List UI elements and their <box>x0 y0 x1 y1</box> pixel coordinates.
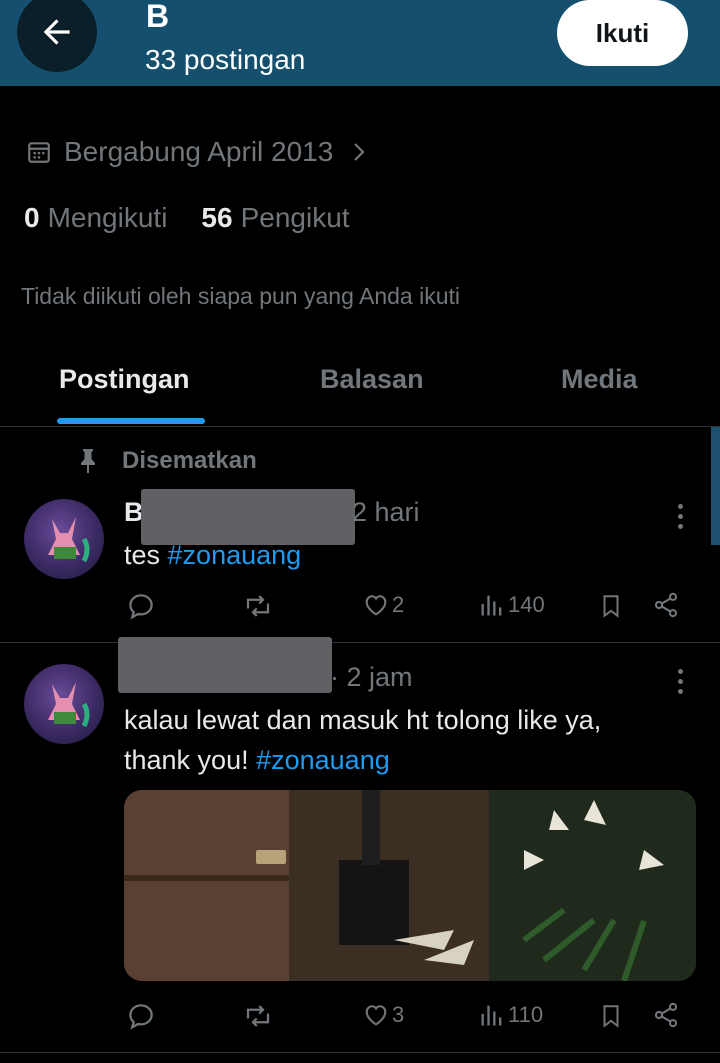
post-actions: 2 140 <box>126 591 686 625</box>
like-count: 2 <box>392 592 405 617</box>
views-button[interactable]: 140 <box>478 591 545 619</box>
avatar[interactable] <box>24 664 104 744</box>
back-button[interactable] <box>17 0 97 72</box>
bookmark-icon <box>603 1005 619 1028</box>
pin-icon <box>81 449 95 473</box>
post-body: tes <box>124 540 168 570</box>
views-button[interactable]: 110 <box>478 1001 543 1029</box>
repost-button[interactable] <box>242 591 274 621</box>
avatar-image <box>48 517 90 563</box>
bookmark-button[interactable] <box>598 591 624 621</box>
post-time[interactable]: 2 hari <box>352 497 420 528</box>
media-photo <box>124 790 696 981</box>
repost-button[interactable] <box>242 1001 274 1031</box>
calendar-icon <box>28 142 50 163</box>
repost-icon <box>246 595 270 617</box>
following-label: Mengikuti <box>47 202 168 233</box>
back-arrow-icon <box>43 19 70 45</box>
like-button[interactable]: 2 <box>362 591 404 619</box>
post-body-line2: thank you! <box>124 745 257 775</box>
not-followed-note: Tidak diikuti oleh siapa pun yang Anda i… <box>21 283 460 309</box>
post-body-line1: kalau lewat dan masuk ht tolong like ya, <box>124 705 602 735</box>
like-icon <box>365 1005 387 1026</box>
views-icon <box>481 595 502 616</box>
more-icon[interactable] <box>677 669 683 694</box>
bookmark-button[interactable] <box>598 1001 624 1031</box>
share-icon <box>654 1002 678 1028</box>
post-divider <box>0 642 720 643</box>
avatar-image <box>48 682 90 728</box>
follow-button[interactable]: Ikuti <box>557 0 688 66</box>
hashtag-link[interactable]: #zonauang <box>256 745 390 775</box>
tab-media[interactable]: Media <box>561 364 638 395</box>
post-time[interactable]: · 2 jam <box>330 662 413 693</box>
profile-name: B <box>146 0 170 34</box>
bookmark-icon <box>603 595 619 618</box>
views-count: 140 <box>508 592 545 617</box>
pinned-label: Disematkan <box>76 447 257 475</box>
tab-balasan[interactable]: Balasan <box>320 364 424 395</box>
following-stat[interactable]: 0 Mengikuti <box>24 202 167 234</box>
post-image[interactable] <box>124 790 696 981</box>
pinned-text: Disematkan <box>122 447 257 474</box>
post-count: 33 postingan <box>145 44 306 75</box>
redacted-name <box>118 637 332 693</box>
post-text: tes #zonauang <box>124 535 301 575</box>
share-button[interactable] <box>652 1001 680 1029</box>
profile-header: B 33 postingan Ikuti <box>0 0 720 86</box>
scrollbar[interactable] <box>711 427 720 545</box>
like-button[interactable]: 3 <box>362 1001 404 1029</box>
more-icon[interactable] <box>677 504 683 529</box>
views-count: 110 <box>508 1002 544 1027</box>
reply-icon <box>129 1004 153 1030</box>
reply-button[interactable] <box>126 591 156 621</box>
followers-stat[interactable]: 56 Pengikut <box>201 202 349 234</box>
share-button[interactable] <box>652 591 680 619</box>
tab-postingan[interactable]: Postingan <box>59 364 190 395</box>
followers-count: 56 <box>201 202 233 233</box>
chevron-right-icon <box>354 143 365 161</box>
joined-date[interactable]: Bergabung April 2013 <box>26 136 381 168</box>
like-icon <box>365 595 387 616</box>
reply-icon <box>129 594 153 620</box>
hashtag-link[interactable]: #zonauang <box>168 540 302 570</box>
followers-label: Pengikut <box>240 202 350 233</box>
share-icon <box>654 592 678 618</box>
post-text: kalau lewat dan masuk ht tolong like ya,… <box>124 700 601 780</box>
post-actions: 3 110 <box>126 1001 686 1035</box>
reply-button[interactable] <box>126 1001 156 1031</box>
following-count: 0 <box>24 202 40 233</box>
repost-icon <box>246 1005 270 1027</box>
joined-text: Bergabung April 2013 <box>64 136 334 167</box>
post-divider <box>0 1052 720 1053</box>
like-count: 3 <box>392 1002 405 1027</box>
profile-tabs: Postingan Balasan Media <box>0 350 720 427</box>
avatar[interactable] <box>24 499 104 579</box>
active-tab-indicator <box>57 418 205 424</box>
follow-stats: 0 Mengikuti 56 Pengikut <box>24 202 384 234</box>
views-icon <box>481 1005 502 1026</box>
